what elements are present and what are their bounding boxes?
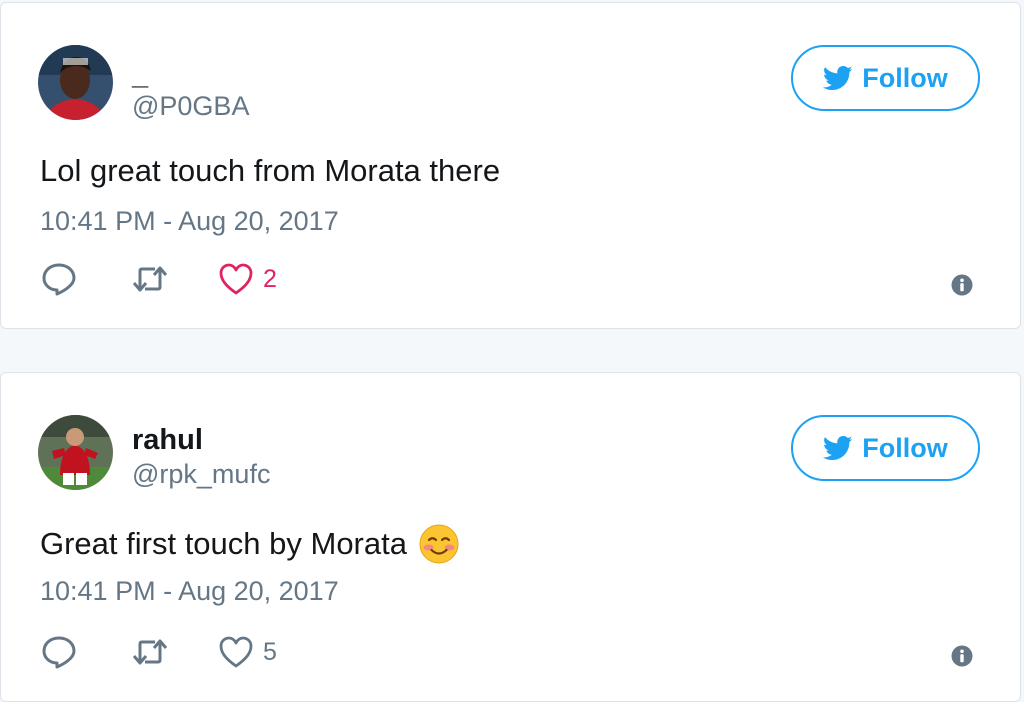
smiling-face-emoji-icon [419,524,459,564]
tweet-actions: 2 [41,262,277,296]
follow-button[interactable]: Follow [791,415,980,481]
tweet-text: Great first touch by Morata [40,524,459,564]
tweet-card: _ @P0GBA Follow Lol great touch from Mor… [0,2,1021,329]
reply-icon [42,636,76,669]
tweet-text-content: Great first touch by Morata [40,526,407,562]
follow-label: Follow [862,432,948,463]
like-button[interactable]: 2 [218,262,277,296]
twitter-bird-icon [823,435,853,460]
reply-button[interactable] [41,635,131,669]
twitter-bird-icon [823,65,853,90]
heart-icon [219,263,253,295]
reply-icon [42,263,76,296]
avatar[interactable] [38,415,113,490]
heart-icon [219,636,253,668]
tweet-timestamp[interactable]: 10:41 PM - Aug 20, 2017 [40,578,339,605]
user-handle[interactable]: @rpk_mufc [132,461,270,488]
like-count: 2 [263,264,277,293]
user-handle[interactable]: @P0GBA [132,93,249,120]
tweet-timestamp[interactable]: 10:41 PM - Aug 20, 2017 [40,208,339,235]
info-icon[interactable] [951,645,973,667]
tweet-text: Lol great touch from Morata there [40,152,500,189]
retweet-icon [132,266,168,292]
avatar[interactable] [38,45,113,120]
like-button[interactable]: 5 [218,635,277,669]
like-count: 5 [263,637,277,666]
follow-button[interactable]: Follow [791,45,980,111]
retweet-button[interactable] [131,636,218,668]
retweet-button[interactable] [131,263,218,295]
tweet-text-content: Lol great touch from Morata there [40,153,501,188]
tweet-card: rahul @rpk_mufc Follow Great first touch… [0,372,1021,702]
info-icon[interactable] [951,274,973,296]
display-name[interactable]: _ [132,61,148,90]
follow-label: Follow [862,62,948,93]
tweet-actions: 5 [41,635,277,669]
avatar-photo-icon [38,45,113,120]
reply-button[interactable] [41,262,131,296]
retweet-icon [132,639,168,665]
display-name[interactable]: rahul [132,426,203,455]
avatar-photo-icon [38,415,113,490]
